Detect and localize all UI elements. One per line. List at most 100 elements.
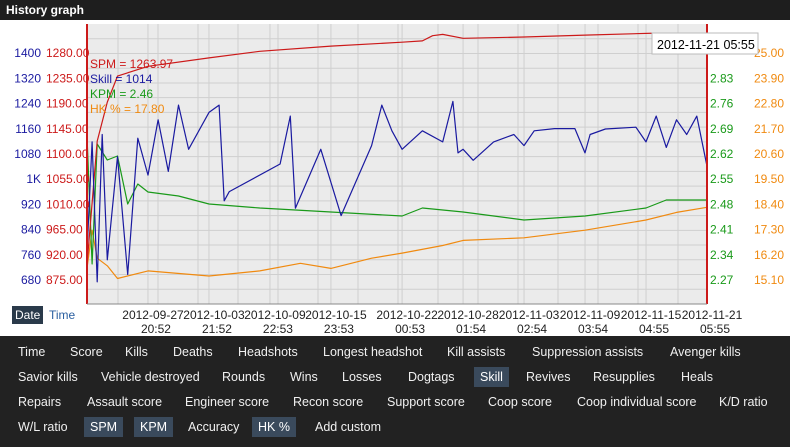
x-tick-time: 20:52	[141, 322, 171, 336]
stat-option-coop-individual-score[interactable]: Coop individual score	[577, 392, 697, 412]
x-tick-date: 2012-10-15	[305, 308, 367, 322]
stat-option-rounds[interactable]: Rounds	[222, 367, 265, 387]
y-tick-label: 1235.00	[46, 71, 90, 85]
stat-option-resupplies[interactable]: Resupplies	[593, 367, 655, 387]
y-tick-label: 2.34	[710, 248, 734, 262]
y-tick-label: 760	[21, 248, 41, 262]
history-chart: 680 760 840 920 1K 1080 1160 1240 1320 1400 875.00…	[14, 24, 784, 336]
stat-option-kill-assists[interactable]: Kill assists	[447, 342, 505, 362]
stat-option-skill[interactable]: Skill	[474, 367, 509, 387]
date-mode-button[interactable]: Date	[12, 306, 44, 324]
stat-option-savior-kills[interactable]: Savior kills	[18, 367, 78, 387]
y-tick-label: 2.69	[710, 122, 734, 136]
stat-option-avenger-kills[interactable]: Avenger kills	[670, 342, 741, 362]
stat-option-add-custom[interactable]: Add custom	[315, 417, 381, 437]
time-mode-button[interactable]: Time	[49, 306, 75, 324]
y-tick-label: 1160	[15, 122, 41, 136]
stat-option-suppression-assists[interactable]: Suppression assists	[532, 342, 643, 362]
x-tick-time: 05:55	[700, 322, 730, 336]
stat-option-accuracy[interactable]: Accuracy	[188, 417, 239, 437]
y-tick-label: 2.55	[710, 172, 734, 186]
y-tick-label: 16.20	[754, 248, 784, 262]
stat-option-k-d-ratio[interactable]: K/D ratio	[719, 392, 768, 412]
stat-option-spm[interactable]: SPM	[84, 417, 124, 437]
stat-option-wins[interactable]: Wins	[290, 367, 318, 387]
x-tick-date: 2012-11-21	[682, 308, 743, 322]
y-tick-label: 1055.00	[46, 172, 90, 186]
x-tick-time: 22:53	[263, 322, 293, 336]
stat-option-kpm[interactable]: KPM	[134, 417, 174, 437]
x-tick-date: 2012-11-09	[560, 308, 621, 322]
y-tick-label: 680	[21, 273, 41, 287]
y-tick-label: 2.83	[710, 71, 734, 85]
stat-option-support-score[interactable]: Support score	[387, 392, 465, 412]
stat-option-time[interactable]: Time	[18, 342, 45, 362]
stat-option-assault-score[interactable]: Assault score	[87, 392, 162, 412]
y-tick-label: 18.40	[754, 197, 784, 211]
x-tick-date: 2012-10-22	[376, 308, 438, 322]
stat-option-dogtags[interactable]: Dogtags	[408, 367, 455, 387]
stat-options-panel: Time Score Kills Deaths Headshots Longest hea…	[0, 336, 790, 447]
y-tick-label: 2.41	[710, 223, 734, 237]
stat-option-losses[interactable]: Losses	[342, 367, 382, 387]
y-tick-label: 1080	[14, 147, 41, 161]
y-tick-label: 17.30	[754, 223, 784, 237]
options-row: Savior kills Vehicle destroyed Rounds Wins L…	[0, 365, 790, 387]
y-tick-label: 2.62	[710, 147, 734, 161]
x-tick-date: 2012-09-27	[122, 308, 184, 322]
stat-option-coop-score[interactable]: Coop score	[488, 392, 552, 412]
stat-option-revives[interactable]: Revives	[526, 367, 570, 387]
stat-option-w-l-ratio[interactable]: W/L ratio	[18, 417, 68, 437]
stat-option-deaths[interactable]: Deaths	[173, 342, 213, 362]
legend-entry: HK % = 17.80	[90, 102, 165, 116]
hover-tooltip: 2012-11-21 05:55	[651, 32, 759, 55]
stat-option-headshots[interactable]: Headshots	[238, 342, 298, 362]
plot-area	[87, 24, 707, 304]
options-row: W/L ratio SPM KPM Accuracy HK % Add custom	[0, 415, 790, 437]
x-tick-time: 23:53	[324, 322, 354, 336]
y-tick-label: 19.50	[754, 172, 784, 186]
x-tick-date: 2012-10-28	[437, 308, 499, 322]
y-tick-label: 2.27	[710, 273, 734, 287]
y-tick-label: 1010.00	[46, 197, 90, 211]
stat-option-score[interactable]: Score	[70, 342, 103, 362]
x-tick-time: 21:52	[202, 322, 232, 336]
y-tick-label: 1320	[14, 71, 41, 85]
x-tick-date: 2012-11-03	[499, 308, 560, 322]
stat-option-repairs[interactable]: Repairs	[18, 392, 61, 412]
stat-option-engineer-score[interactable]: Engineer score	[185, 392, 269, 412]
stat-option-heals[interactable]: Heals	[681, 367, 713, 387]
tooltip-text: 2012-11-21 05:55	[657, 38, 755, 52]
header-title: History graph	[6, 3, 85, 17]
y-tick-label: 1280.00	[46, 46, 90, 60]
stat-option-longest-headshot[interactable]: Longest headshot	[323, 342, 422, 362]
x-tick-date: 2012-10-03	[183, 308, 245, 322]
options-row: Time Score Kills Deaths Headshots Longest hea…	[0, 340, 790, 362]
options-row: Repairs Assault score Engineer score Recon …	[0, 390, 790, 412]
legend-entry: SPM = 1263.97	[90, 57, 173, 71]
x-tick-date: 2012-10-09	[244, 308, 306, 322]
x-tick-time: 01:54	[456, 322, 486, 336]
legend-entry: KPM = 2.46	[90, 87, 153, 101]
y-tick-label: 1145.00	[46, 122, 89, 136]
y-tick-label: 1100.00	[46, 147, 89, 161]
stat-option-kills[interactable]: Kills	[125, 342, 148, 362]
y-tick-label: 22.80	[754, 97, 784, 111]
stat-option-recon-score[interactable]: Recon score	[293, 392, 363, 412]
y-tick-label: 840	[21, 223, 41, 237]
stat-option-hk[interactable]: HK %	[252, 417, 296, 437]
x-tick-time: 03:54	[578, 322, 608, 336]
x-tick-time: 04:55	[639, 322, 669, 336]
y-tick-label: 2.76	[710, 97, 734, 111]
y-tick-label: 1K	[26, 172, 41, 186]
y-tick-label: 1400	[14, 46, 41, 60]
x-tick-time: 02:54	[517, 322, 547, 336]
header-bar: History graph	[0, 0, 790, 20]
stat-option-vehicle-destroyed[interactable]: Vehicle destroyed	[101, 367, 200, 387]
y-tick-label: 1190.00	[46, 97, 89, 111]
y-tick-label: 965.00	[46, 223, 83, 237]
y-tick-label: 21.70	[754, 122, 784, 136]
x-tick-time: 00:53	[395, 322, 425, 336]
y-tick-label: 23.90	[754, 71, 784, 85]
y-tick-label: 920.00	[46, 248, 83, 262]
